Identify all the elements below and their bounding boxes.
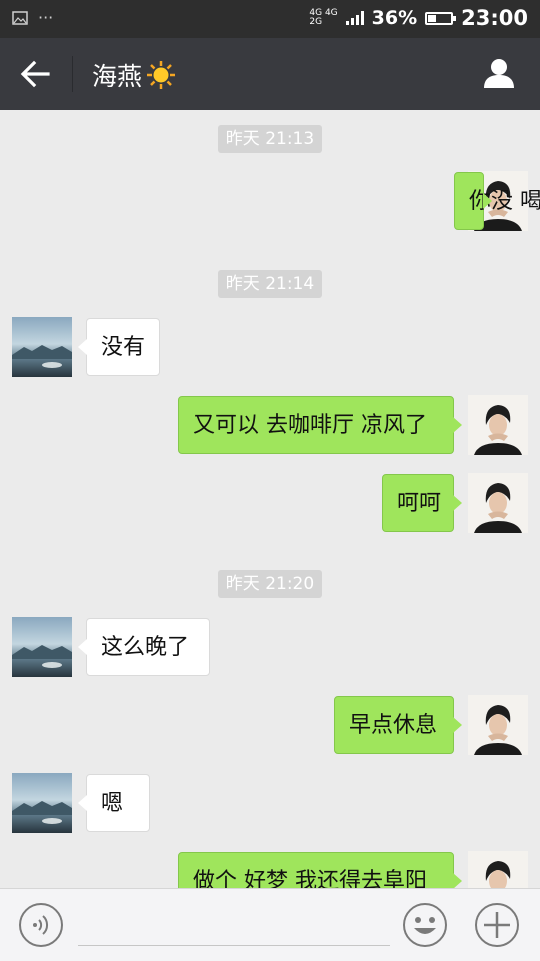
status-left: ··· [12, 8, 53, 27]
chat-area[interactable]: 昨天 21:13 你没 喝两杯吗昨天 21:14 没有又可以 去咖啡厅 凉风了呵呵昨… [0, 110, 540, 888]
signal-icon [345, 11, 364, 25]
contact-title: 海燕 [92, 57, 176, 93]
sent-message-bubble[interactable]: 又可以 去咖啡厅 凉风了 [178, 396, 462, 454]
chat-header: 海燕 [0, 38, 540, 110]
timestamp: 昨天 21:20 [218, 570, 322, 598]
header-divider [72, 56, 73, 92]
network-type: 4G 4G 2G [309, 9, 337, 27]
my-avatar[interactable] [468, 695, 528, 755]
input-bar [0, 888, 540, 961]
received-message-bubble[interactable]: 这么晚了 [78, 618, 210, 676]
status-right: 4G 4G 2G 36% 23:00 [309, 6, 528, 30]
sent-message-bubble[interactable]: 呵呵 [382, 474, 462, 532]
timestamp: 昨天 21:14 [218, 270, 322, 298]
voice-icon[interactable] [18, 902, 64, 948]
message-input[interactable] [78, 945, 390, 946]
battery-percent: 36% [371, 7, 418, 29]
my-avatar[interactable] [468, 851, 528, 888]
more-icon: ··· [38, 8, 54, 27]
sent-message-bubble[interactable]: 早点休息 [334, 696, 462, 754]
contact-name: 海燕 [92, 62, 143, 91]
my-avatar[interactable] [468, 473, 528, 533]
sent-message-bubble[interactable]: 你没 喝两杯吗 [454, 172, 540, 230]
sun-icon [147, 61, 176, 89]
network-bottom-label: 2G [309, 17, 323, 27]
status-time: 23:00 [461, 6, 528, 30]
contact-avatar[interactable] [12, 617, 72, 677]
contact-avatar[interactable] [12, 317, 72, 377]
received-message-bubble[interactable]: 没有 [78, 318, 160, 376]
battery-icon [425, 11, 457, 25]
timestamp: 昨天 21:13 [218, 125, 322, 153]
my-avatar[interactable] [468, 395, 528, 455]
contact-avatar[interactable] [12, 773, 72, 833]
sent-message-bubble[interactable]: 做个 好梦 我还得去阜阳 [178, 852, 462, 888]
back-arrow-icon[interactable] [18, 58, 54, 90]
emoji-icon[interactable] [402, 902, 448, 948]
plus-icon[interactable] [474, 902, 520, 948]
image-icon [12, 10, 28, 25]
person-icon[interactable] [482, 56, 516, 90]
received-message-bubble[interactable]: 嗯 [78, 774, 150, 832]
status-bar: ··· 4G 4G 2G 36% 23:00 [0, 0, 540, 38]
